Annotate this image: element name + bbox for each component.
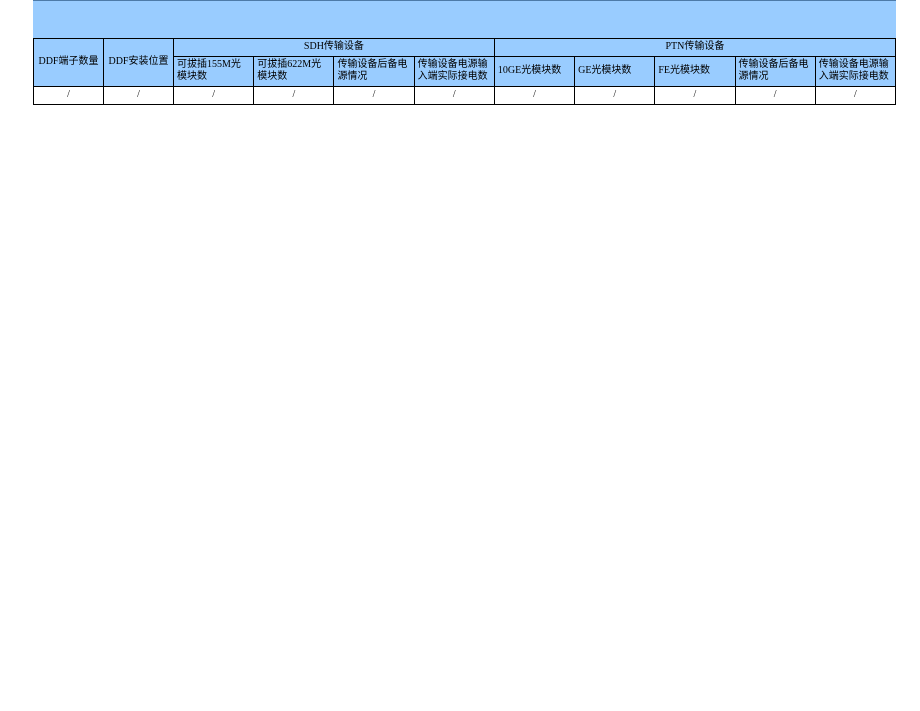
table-row: / / / / / / / / / / / (34, 86, 896, 104)
cell-sdh-155m: / (174, 86, 254, 104)
group-header-row: DDF端子数量 DDF安装位置 SDH传输设备 PTN传输设备 (34, 39, 896, 57)
top-banner (33, 0, 896, 38)
cell-ddf-position: / (104, 86, 174, 104)
header-ddf-count: DDF端子数量 (34, 39, 104, 87)
cell-ddf-count: / (34, 86, 104, 104)
cell-ptn-10ge: / (494, 86, 574, 104)
header-sdh-power-input: 传输设备电源输入端实际接电数 (414, 56, 494, 86)
header-ptn-fe: FE光模块数 (655, 56, 735, 86)
header-sdh-622m: 可拔插622M光模块数 (254, 56, 334, 86)
header-ptn-10ge: 10GE光模块数 (494, 56, 574, 86)
cell-ptn-backup-power: / (735, 86, 815, 104)
group-header-sdh: SDH传输设备 (174, 39, 495, 57)
cell-sdh-power-input: / (414, 86, 494, 104)
cell-ptn-fe: / (655, 86, 735, 104)
header-sdh-backup-power: 传输设备后备电源情况 (334, 56, 414, 86)
cell-ptn-power-input: / (815, 86, 895, 104)
header-sdh-155m: 可拔插155M光模块数 (174, 56, 254, 86)
data-table: DDF端子数量 DDF安装位置 SDH传输设备 PTN传输设备 可拔插155M光… (33, 38, 896, 105)
cell-sdh-backup-power: / (334, 86, 414, 104)
cell-ptn-ge: / (575, 86, 655, 104)
header-ptn-backup-power: 传输设备后备电源情况 (735, 56, 815, 86)
header-ptn-ge: GE光模块数 (575, 56, 655, 86)
header-ddf-position: DDF安装位置 (104, 39, 174, 87)
cell-sdh-622m: / (254, 86, 334, 104)
group-header-ptn: PTN传输设备 (494, 39, 895, 57)
header-ptn-power-input: 传输设备电源输入端实际接电数 (815, 56, 895, 86)
